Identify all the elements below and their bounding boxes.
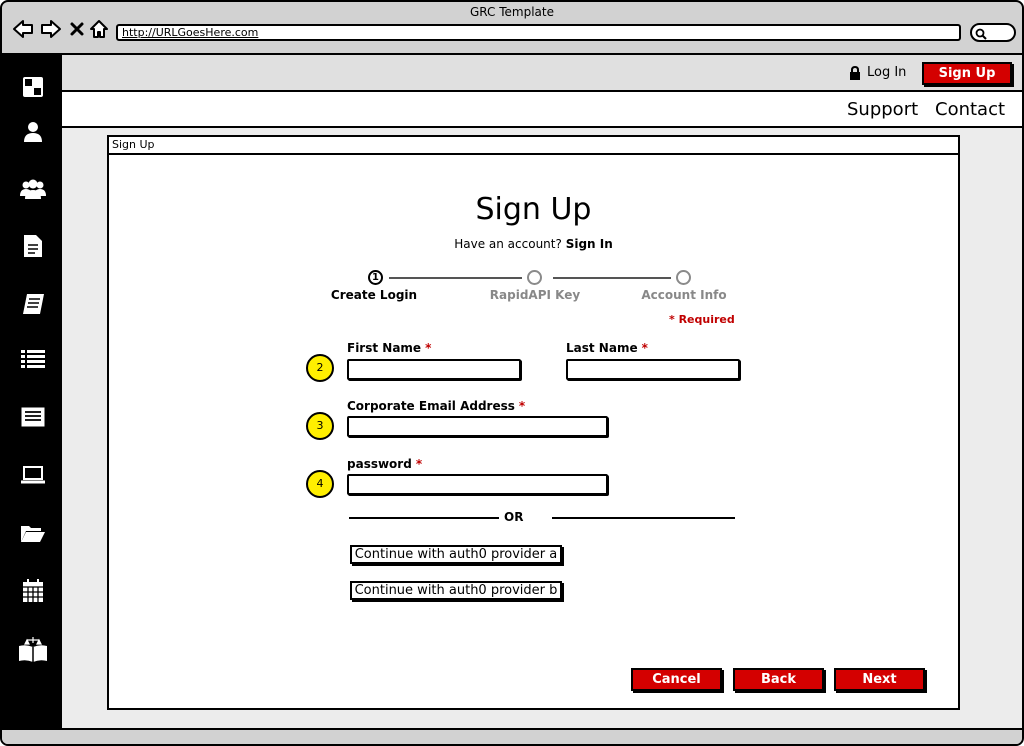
document-icon[interactable] [19, 232, 47, 260]
required-marker: * [425, 341, 432, 355]
callout-marker: 4 [306, 470, 334, 498]
browser-search-box[interactable] [970, 23, 1016, 42]
last-name-label: Last Name * [566, 341, 648, 355]
last-name-field[interactable] [566, 359, 740, 380]
close-icon[interactable] [66, 18, 88, 40]
step-2-indicator[interactable] [527, 270, 542, 285]
callout-marker: 3 [306, 412, 334, 440]
password-label: password * [347, 457, 423, 471]
list-icon[interactable] [19, 345, 47, 373]
form-list-icon[interactable] [19, 403, 47, 431]
forward-arrow-icon[interactable] [40, 18, 62, 40]
or-label: OR [504, 510, 524, 524]
step-3-label: Account Info [641, 288, 727, 302]
dialog-title: Sign Up [109, 137, 958, 155]
nav-support[interactable]: Support [847, 99, 918, 120]
folder-open-icon[interactable] [19, 519, 47, 547]
required-marker: * [415, 457, 423, 471]
required-note: * Required [669, 313, 735, 326]
required-marker: * [641, 341, 648, 355]
sidebar-rail [2, 55, 62, 728]
user-icon[interactable] [19, 118, 47, 146]
home-icon[interactable] [88, 18, 110, 40]
back-arrow-icon[interactable] [12, 18, 34, 40]
email-label: Corporate Email Address * [347, 399, 526, 413]
auth-provider-b-button[interactable]: Continue with auth0 provider b [350, 581, 562, 600]
sign-in-link[interactable]: Sign In [566, 237, 613, 251]
page-title: Sign Up [475, 192, 592, 227]
callout-marker: 2 [306, 354, 334, 382]
window-title: GRC Template [470, 5, 554, 19]
auth-provider-a-button[interactable]: Continue with auth0 provider a [350, 545, 562, 564]
main-content: Log In Sign Up Support Contact Sign Up S… [62, 55, 1022, 728]
have-account-line: Have an account? Sign In [109, 237, 958, 251]
users-group-icon[interactable] [19, 175, 47, 203]
cancel-button[interactable]: Cancel [631, 668, 722, 691]
stepper-connector [389, 277, 522, 279]
email-field[interactable] [347, 416, 608, 437]
back-button[interactable]: Back [733, 668, 824, 691]
book-icon[interactable] [19, 290, 47, 318]
horizontal-scrollbar[interactable] [2, 728, 1022, 744]
dashboard-icon[interactable] [19, 73, 47, 101]
first-name-field[interactable] [347, 359, 521, 380]
browser-window: GRC Template http://URLGoesHere.com Log … [0, 0, 1024, 746]
step-1-indicator[interactable]: 1 [368, 270, 383, 285]
first-name-label: First Name * [347, 341, 432, 355]
login-label: Log In [867, 65, 907, 80]
legal-book-icon[interactable] [17, 635, 49, 663]
required-marker: * [518, 399, 526, 413]
signup-header-button[interactable]: Sign Up [922, 62, 1012, 85]
or-divider-line [552, 517, 735, 519]
password-field[interactable] [347, 474, 608, 495]
or-divider-line [349, 517, 499, 519]
nav-contact[interactable]: Contact [935, 99, 1005, 120]
laptop-icon[interactable] [19, 461, 47, 489]
have-account-text: Have an account? [454, 237, 562, 251]
step-3-indicator[interactable] [676, 270, 691, 285]
calendar-icon[interactable] [19, 577, 47, 605]
step-2-label: RapidAPI Key [489, 288, 581, 302]
signup-dialog: Sign Up Sign Up Have an account? Sign In… [107, 135, 960, 710]
address-bar[interactable]: http://URLGoesHere.com [116, 24, 961, 41]
lock-icon [850, 65, 860, 80]
search-icon [975, 28, 987, 40]
next-button[interactable]: Next [834, 668, 925, 691]
login-link[interactable]: Log In [849, 65, 906, 80]
top-bar: Log In Sign Up [62, 55, 1022, 92]
nav-bar: Support Contact [62, 92, 1022, 128]
step-1-label: Create Login [330, 288, 418, 302]
stepper-connector [553, 277, 671, 279]
